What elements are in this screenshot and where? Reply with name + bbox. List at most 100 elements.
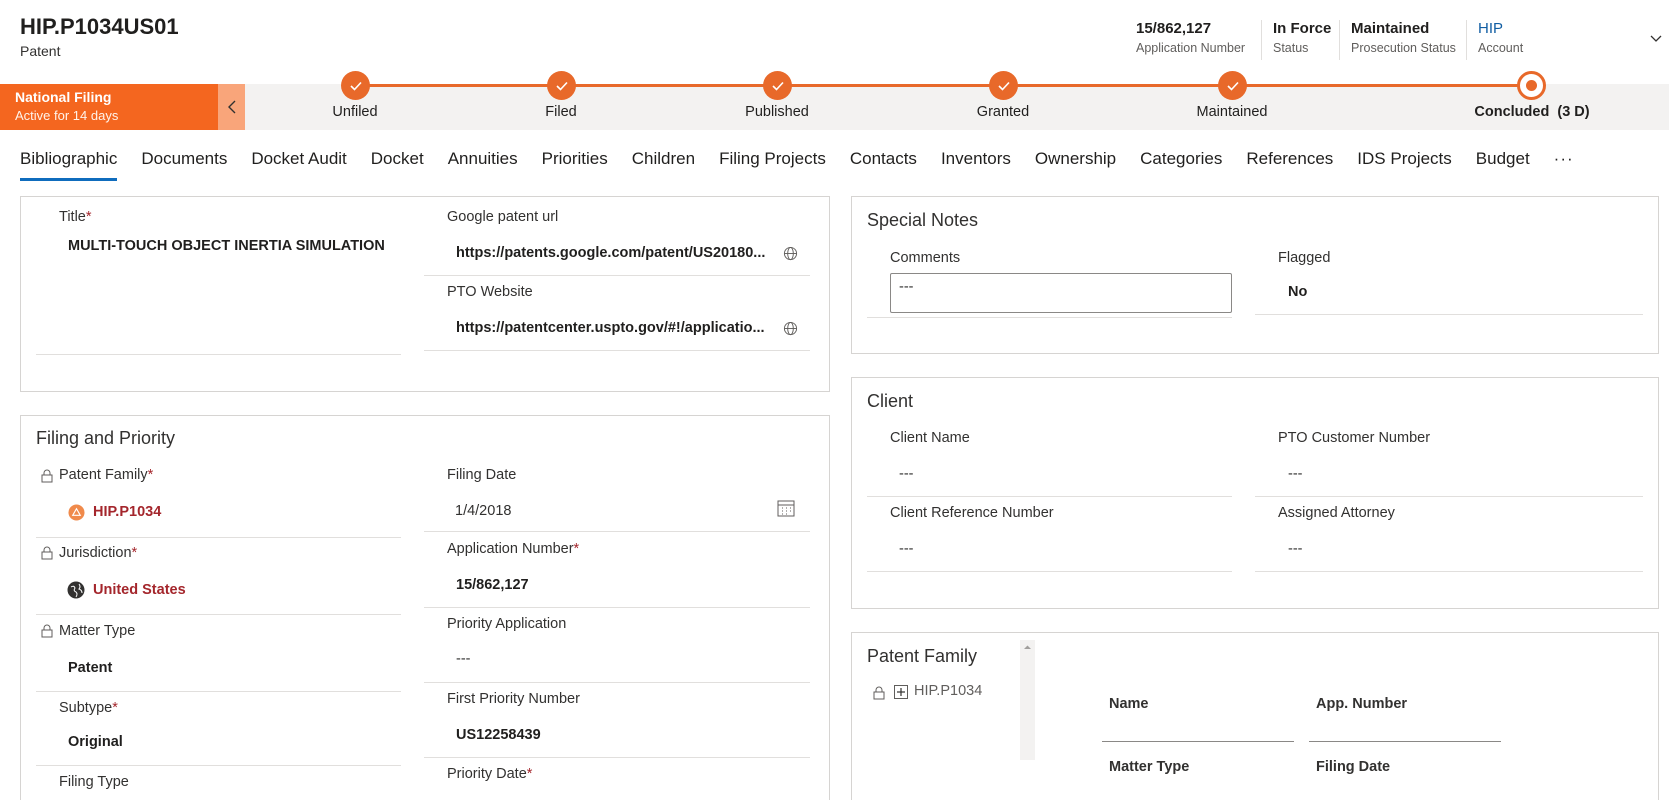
tab-categories[interactable]: Categories xyxy=(1140,149,1222,179)
tab-docket[interactable]: Docket xyxy=(371,149,424,179)
header-account[interactable]: HIP Account xyxy=(1478,20,1523,55)
header-separator xyxy=(1261,20,1262,60)
header-prosecution-status-value: Maintained xyxy=(1351,20,1430,37)
collapse-stage-button[interactable] xyxy=(218,84,245,130)
title-field[interactable]: MULTI-TOUCH OBJECT INERTIA SIMULATION xyxy=(68,238,385,254)
priority-application-field[interactable]: --- xyxy=(456,651,471,667)
pto-customer-number-field[interactable]: --- xyxy=(1288,466,1303,482)
tab-bibliographic[interactable]: Bibliographic xyxy=(20,149,118,181)
app-number-input-underline[interactable] xyxy=(1309,741,1501,742)
stage-node-granted[interactable] xyxy=(989,71,1018,100)
expand-tree-icon[interactable] xyxy=(894,685,908,699)
lock-icon xyxy=(41,469,53,483)
subtype-field[interactable]: Original xyxy=(68,734,123,750)
tab-docket-audit[interactable]: Docket Audit xyxy=(251,149,346,179)
client-name-label: Client Name xyxy=(890,430,970,446)
scroll-up-arrow-icon[interactable] xyxy=(1020,642,1035,652)
family-tree-item[interactable]: HIP.P1034 xyxy=(914,683,982,699)
chevron-down-icon[interactable] xyxy=(1650,32,1662,44)
client-reference-number-label: Client Reference Number xyxy=(890,505,1054,521)
jurisdiction-link[interactable]: United States xyxy=(93,582,186,598)
required-marker: * xyxy=(112,700,118,716)
comments-textarea[interactable]: --- xyxy=(890,273,1232,313)
field-divider xyxy=(1255,571,1643,572)
active-stage-flyout[interactable]: National Filing Active for 14 days xyxy=(0,84,218,130)
stage-label-maintained[interactable]: Maintained xyxy=(1197,104,1268,120)
active-stage-duration: Active for 14 days xyxy=(15,108,119,123)
patent-family-label-text: Patent Family xyxy=(59,467,148,483)
field-divider xyxy=(424,275,810,276)
lock-icon xyxy=(873,686,885,700)
required-marker: * xyxy=(147,467,154,483)
stage-label-granted[interactable]: Granted xyxy=(977,104,1029,120)
tab-filing-projects[interactable]: Filing Projects xyxy=(719,149,826,179)
google-url-label: Google patent url xyxy=(447,209,559,225)
globe-icon[interactable] xyxy=(783,321,798,336)
header-status-label: Status xyxy=(1273,41,1309,55)
field-divider xyxy=(1255,496,1643,497)
jurisdiction-label: Jurisdiction* xyxy=(59,545,137,561)
header-prosecution-status: Maintained Prosecution Status xyxy=(1351,20,1456,55)
header-account-link[interactable]: HIP xyxy=(1478,20,1523,37)
form-tab-list: Bibliographic Documents Docket Audit Doc… xyxy=(20,149,1598,181)
stage-label-unfiled[interactable]: Unfiled xyxy=(332,104,377,120)
required-marker: * xyxy=(526,766,533,782)
checkmark-icon xyxy=(555,81,568,91)
field-divider xyxy=(424,607,810,608)
field-divider xyxy=(867,496,1232,497)
filing-date-field[interactable]: 1/4/2018 xyxy=(455,503,511,519)
tab-priorities[interactable]: Priorities xyxy=(542,149,608,179)
stage-node-unfiled[interactable] xyxy=(341,71,370,100)
header-application-number-label: Application Number xyxy=(1136,41,1246,55)
checkmark-icon xyxy=(771,81,784,91)
required-marker: * xyxy=(573,541,580,557)
globe-icon[interactable] xyxy=(783,246,798,261)
family-name-header: Name xyxy=(1109,696,1149,712)
current-stage-dot xyxy=(1526,80,1537,91)
client-name-field[interactable]: --- xyxy=(899,466,914,482)
first-priority-number-label: First Priority Number xyxy=(447,691,580,707)
family-tree-scrollbar[interactable] xyxy=(1020,640,1035,760)
tab-documents[interactable]: Documents xyxy=(141,149,227,179)
more-tabs-button[interactable]: ··· xyxy=(1554,149,1574,179)
field-divider xyxy=(36,614,401,615)
tab-inventors[interactable]: Inventors xyxy=(941,149,1011,179)
field-divider xyxy=(424,350,810,351)
jurisdiction-label-text: Jurisdiction xyxy=(59,545,132,561)
tab-references[interactable]: References xyxy=(1246,149,1333,179)
stage-label-filed[interactable]: Filed xyxy=(545,104,576,120)
stage-node-concluded[interactable] xyxy=(1517,71,1546,100)
record-header: HIP.P1034US01 Patent 15/862,127 Applicat… xyxy=(0,0,1669,84)
tab-budget[interactable]: Budget xyxy=(1476,149,1530,179)
filing-type-label: Filing Type xyxy=(59,774,129,790)
stage-node-published[interactable] xyxy=(763,71,792,100)
patent-family-label: Patent Family* xyxy=(59,467,153,483)
tab-annuities[interactable]: Annuities xyxy=(448,149,518,179)
application-number-label: Application Number* xyxy=(447,541,579,557)
patent-family-link[interactable]: HIP.P1034 xyxy=(93,504,161,520)
assigned-attorney-field[interactable]: --- xyxy=(1288,541,1303,557)
client-reference-number-field[interactable]: --- xyxy=(899,541,914,557)
matter-type-label: Matter Type xyxy=(59,623,136,639)
calendar-icon[interactable] xyxy=(777,499,795,517)
field-divider xyxy=(424,531,810,532)
stage-node-maintained[interactable] xyxy=(1218,71,1247,100)
tab-contacts[interactable]: Contacts xyxy=(850,149,917,179)
google-url-field[interactable]: https://patents.google.com/patent/US2018… xyxy=(456,245,765,261)
stage-label-concluded[interactable]: Concluded (3 D) xyxy=(1474,104,1589,120)
stage-label-published[interactable]: Published xyxy=(745,104,809,120)
tab-ownership[interactable]: Ownership xyxy=(1035,149,1116,179)
matter-type-field[interactable]: Patent xyxy=(68,660,112,676)
lock-icon xyxy=(41,624,53,638)
tab-ids-projects[interactable]: IDS Projects xyxy=(1357,149,1451,179)
pto-website-field[interactable]: https://patentcenter.uspto.gov/#!/applic… xyxy=(456,320,765,336)
field-divider xyxy=(1255,314,1643,315)
application-number-field[interactable]: 15/862,127 xyxy=(456,577,529,593)
first-priority-number-field[interactable]: US12258439 xyxy=(456,727,541,743)
name-input-underline[interactable] xyxy=(1102,741,1294,742)
title-label: Title* xyxy=(59,209,92,225)
stage-node-filed[interactable] xyxy=(547,71,576,100)
subtype-label-text: Subtype xyxy=(59,700,113,716)
flagged-field[interactable]: No xyxy=(1288,284,1307,300)
tab-children[interactable]: Children xyxy=(632,149,695,179)
